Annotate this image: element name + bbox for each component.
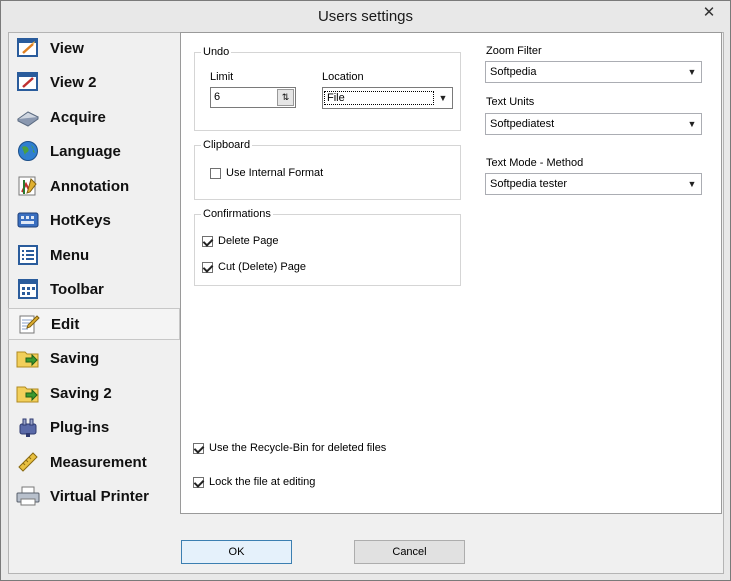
settings-category-list: View View 2 Acquire Language Annotation …	[8, 32, 180, 514]
checkbox-label: Cut (Delete) Page	[218, 261, 307, 273]
undo-limit-value: 6	[214, 91, 221, 103]
globe-icon	[16, 139, 40, 163]
checkbox-box[interactable]	[193, 476, 204, 488]
toolbar-icon	[16, 277, 40, 301]
text-units-value: Softpediatest	[490, 118, 555, 130]
chevron-down-icon[interactable]: ▼	[436, 91, 450, 105]
confirmations-group: Confirmations	[194, 208, 461, 286]
checkbox-box[interactable]	[193, 442, 204, 454]
sidebar-item-label: Language	[50, 142, 121, 160]
zoom-filter-select[interactable]: Softpedia ▼	[485, 61, 702, 83]
checkbox-label: Lock the file at editing	[209, 476, 316, 488]
plugin-icon	[16, 415, 40, 439]
text-mode-value: Softpedia tester	[490, 178, 568, 190]
limit-label: Limit	[210, 71, 234, 83]
text-mode-select[interactable]: Softpedia tester ▼	[485, 173, 702, 195]
cut-delete-page-checkbox[interactable]: Cut (Delete) Page	[202, 261, 306, 273]
sidebar-item-plug-ins[interactable]: Plug-ins	[8, 411, 180, 443]
spin-arrows-icon[interactable]: ⇅	[277, 89, 294, 106]
sidebar-item-label: Menu	[50, 246, 90, 264]
annotation-icon	[16, 174, 40, 198]
save-folder-icon	[16, 346, 40, 370]
zoom-filter-value: Softpedia	[490, 66, 537, 78]
cancel-button[interactable]: Cancel	[354, 540, 465, 564]
undo-limit-spinner[interactable]: 6 ⇅	[210, 87, 296, 108]
scanner-icon	[16, 105, 40, 129]
text-units-select[interactable]: Softpediatest ▼	[485, 113, 702, 135]
sidebar-item-view[interactable]: View	[8, 32, 180, 64]
keyboard-icon	[16, 208, 40, 232]
confirmations-group-title: Confirmations	[201, 208, 273, 220]
edit-icon	[17, 312, 41, 336]
sidebar-item-label: Edit	[51, 315, 80, 333]
sidebar-item-menu[interactable]: Menu	[8, 239, 180, 271]
sidebar-item-saving[interactable]: Saving	[8, 342, 180, 374]
close-icon[interactable]: ✕	[694, 3, 724, 23]
location-label: Location	[322, 71, 364, 83]
view2-icon	[16, 70, 40, 94]
sidebar-item-language[interactable]: Language	[8, 135, 180, 167]
sidebar-item-view-2[interactable]: View 2	[8, 66, 180, 98]
zoom-filter-label: Zoom Filter	[486, 45, 542, 57]
undo-group-title: Undo	[201, 46, 232, 58]
ruler-icon	[16, 450, 40, 474]
chevron-down-icon[interactable]: ▼	[685, 117, 699, 131]
recycle-bin-checkbox[interactable]: Use the Recycle-Bin for deleted files	[193, 442, 386, 454]
sidebar-item-label: Saving 2	[50, 384, 112, 402]
sidebar-item-virtual-printer[interactable]: Virtual Printer	[8, 480, 180, 512]
undo-location-value: File	[324, 91, 434, 105]
sidebar-item-edit[interactable]: Edit	[8, 308, 180, 340]
delete-page-checkbox[interactable]: Delete Page	[202, 235, 279, 247]
sidebar-item-label: Annotation	[50, 177, 130, 195]
sidebar-item-label: View	[50, 39, 84, 57]
checkbox-box[interactable]	[202, 235, 213, 247]
undo-location-select[interactable]: File ▼	[322, 87, 453, 109]
sidebar-item-label: HotKeys	[50, 211, 111, 229]
menu-icon	[16, 243, 40, 267]
text-mode-label: Text Mode - Method	[486, 157, 584, 169]
sidebar-item-saving-2[interactable]: Saving 2	[8, 377, 180, 409]
save-folder-icon	[16, 381, 40, 405]
sidebar-item-acquire[interactable]: Acquire	[8, 101, 180, 133]
sidebar-item-toolbar[interactable]: Toolbar	[8, 273, 180, 305]
checkbox-label: Use Internal Format	[226, 167, 324, 179]
sidebar-item-label: Virtual Printer	[50, 487, 149, 505]
sidebar-item-label: Measurement	[50, 453, 147, 471]
sidebar-item-annotation[interactable]: Annotation	[8, 170, 180, 202]
checkbox-box[interactable]	[210, 167, 221, 179]
text-units-label: Text Units	[486, 96, 535, 108]
sidebar-item-label: Saving	[50, 349, 100, 367]
title-bar[interactable]: Users settings ✕	[1, 1, 730, 32]
checkbox-label: Delete Page	[218, 235, 279, 247]
sidebar-item-measurement[interactable]: Measurement	[8, 446, 180, 478]
printer-icon	[16, 484, 40, 508]
sidebar-item-label: Acquire	[50, 108, 106, 126]
sidebar-item-label: Toolbar	[50, 280, 104, 298]
checkbox-label: Use the Recycle-Bin for deleted files	[209, 442, 387, 454]
chevron-down-icon[interactable]: ▼	[685, 177, 699, 191]
ok-button[interactable]: OK	[181, 540, 292, 564]
sidebar-item-label: Plug-ins	[50, 418, 110, 436]
sidebar-item-label: View 2	[50, 73, 97, 91]
lock-file-checkbox[interactable]: Lock the file at editing	[193, 476, 315, 488]
view-icon	[16, 36, 40, 60]
clipboard-group-title: Clipboard	[201, 139, 253, 151]
checkbox-box[interactable]	[202, 261, 213, 273]
window-title: Users settings	[317, 8, 414, 25]
use-internal-format-checkbox[interactable]: Use Internal Format	[210, 167, 323, 179]
sidebar-item-hotkeys[interactable]: HotKeys	[8, 204, 180, 236]
chevron-down-icon[interactable]: ▼	[685, 65, 699, 79]
